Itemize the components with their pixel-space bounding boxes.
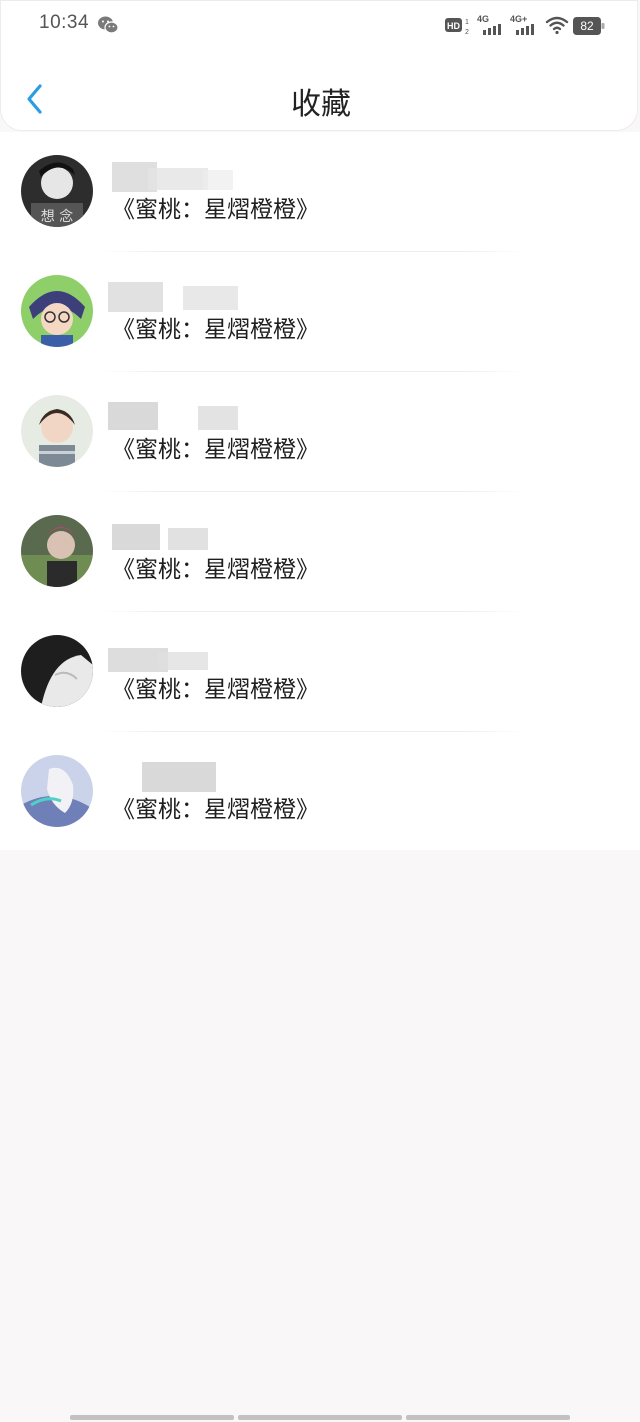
item-title: 《蜜桃：星熠橙橙》 bbox=[112, 437, 319, 463]
list-item[interactable]: 《蜜桃：星熠橙橙》 bbox=[0, 252, 640, 372]
item-title: 《蜜桃：星熠橙橙》 bbox=[112, 317, 319, 343]
username-blurred bbox=[108, 648, 208, 672]
svg-text:4G+: 4G+ bbox=[510, 14, 527, 24]
avatar[interactable]: 想 念 bbox=[21, 155, 93, 227]
hd-icon: HD 1 2 bbox=[445, 18, 469, 36]
svg-text:HD: HD bbox=[447, 21, 460, 31]
avatar[interactable] bbox=[21, 635, 93, 707]
item-title: 《蜜桃：星熠橙橙》 bbox=[112, 557, 319, 583]
list-item[interactable]: 《蜜桃：星熠橙橙》 bbox=[0, 732, 640, 852]
list-item[interactable]: 《蜜桃：星熠橙橙》 bbox=[0, 492, 640, 612]
avatar[interactable] bbox=[21, 755, 93, 827]
item-title: 《蜜桃：星熠橙橙》 bbox=[112, 677, 319, 703]
signal-icon: 4G bbox=[477, 14, 501, 35]
svg-text:2: 2 bbox=[465, 29, 469, 36]
item-title: 《蜜桃：星熠橙橙》 bbox=[112, 197, 319, 223]
home-indicator[interactable] bbox=[70, 1415, 570, 1420]
status-time: 10:34 bbox=[39, 12, 90, 33]
avatar[interactable] bbox=[21, 515, 93, 587]
avatar[interactable] bbox=[21, 275, 93, 347]
svg-text:想 念: 想 念 bbox=[41, 208, 73, 225]
page-title: 收藏 bbox=[291, 87, 351, 122]
list-item[interactable]: 《蜜桃：星熠橙橙》 bbox=[0, 612, 640, 732]
username-blurred bbox=[108, 402, 238, 430]
wifi-icon bbox=[545, 16, 569, 35]
avatar[interactable] bbox=[21, 395, 93, 467]
username-blurred bbox=[112, 524, 208, 550]
signal-icon: 4G+ bbox=[510, 14, 534, 35]
favorites-list: 想 念 《蜜桃：星熠橙橙》 《蜜桃：星熠橙橙》 《蜜桃：星熠橙橙》 《蜜桃：星熠… bbox=[0, 132, 640, 850]
list-item[interactable]: 想 念 《蜜桃：星熠橙橙》 bbox=[0, 132, 640, 252]
svg-text:1: 1 bbox=[465, 19, 469, 26]
status-bar: 10:34 HD 1 2 4G 4G+ 82 bbox=[1, 1, 640, 49]
item-title: 《蜜桃：星熠橙橙》 bbox=[112, 797, 319, 823]
header-bar: 10:34 HD 1 2 4G 4G+ 82 收藏 bbox=[0, 0, 638, 131]
wechat-icon bbox=[98, 16, 119, 34]
battery-icon: 82 bbox=[573, 17, 605, 35]
svg-text:4G: 4G bbox=[477, 14, 489, 24]
list-item[interactable]: 《蜜桃：星熠橙橙》 bbox=[0, 372, 640, 492]
battery-level: 82 bbox=[580, 19, 594, 33]
username-blurred bbox=[142, 762, 216, 792]
username-blurred bbox=[112, 162, 233, 192]
username-blurred bbox=[108, 282, 238, 312]
